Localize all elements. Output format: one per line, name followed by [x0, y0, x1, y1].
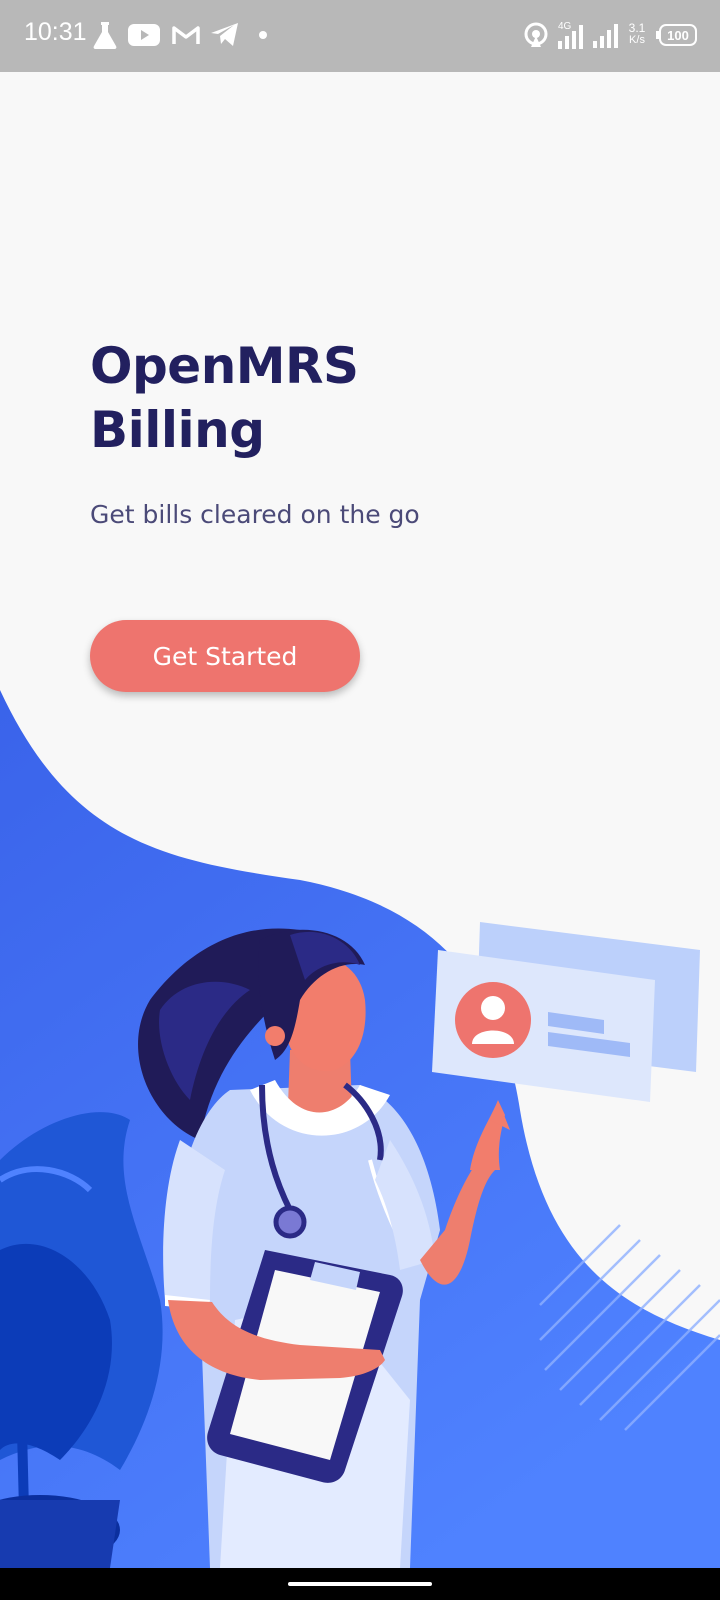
status-time: 10:31: [24, 18, 87, 46]
navigation-bar: [0, 1568, 720, 1600]
app-title: OpenMRS Billing: [90, 334, 359, 462]
network-label: 4G: [558, 21, 572, 32]
telegram-icon: [210, 18, 240, 52]
signal-icon: [592, 18, 620, 52]
home-gesture-handle[interactable]: [288, 1582, 432, 1586]
status-bar: 10:31 4G 3.1 K/s 100: [0, 0, 720, 72]
flask-icon: [92, 18, 118, 52]
gmail-icon: [172, 18, 200, 52]
battery-level: 100: [667, 28, 689, 43]
signal-4g-icon: 4G: [556, 18, 586, 52]
get-started-button[interactable]: Get Started: [90, 620, 360, 692]
tagline: Get bills cleared on the go: [90, 500, 420, 529]
speed-value: 3.1: [628, 21, 646, 35]
app-title-line2: Billing: [90, 401, 265, 459]
battery-icon: 100: [656, 18, 698, 52]
hero-illustration: [0, 690, 720, 1568]
youtube-icon: [128, 18, 160, 52]
network-speed: 3.1 K/s: [624, 22, 650, 46]
hotspot-icon: [522, 18, 550, 52]
speed-unit: K/s: [629, 34, 645, 46]
app-title-line1: OpenMRS: [90, 337, 359, 395]
dot-icon: [258, 18, 268, 52]
